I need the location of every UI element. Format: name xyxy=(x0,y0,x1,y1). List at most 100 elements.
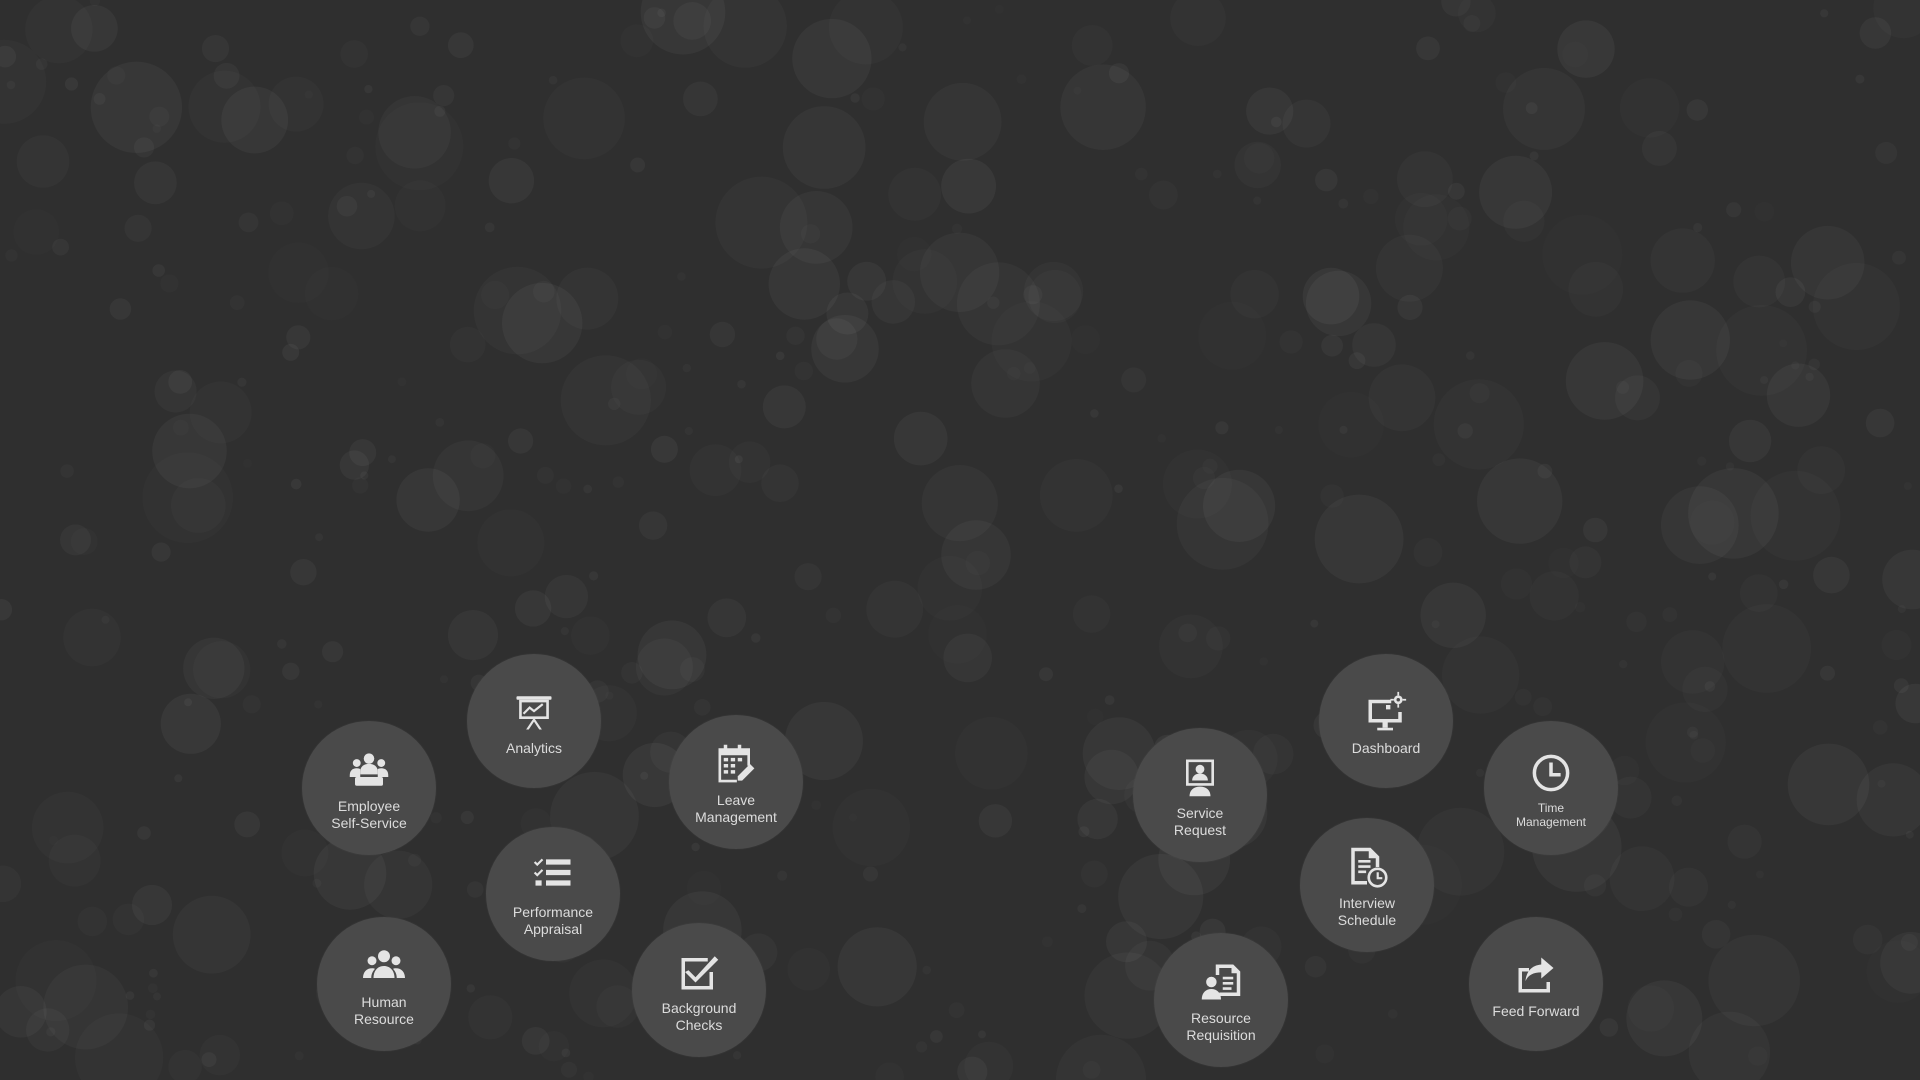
tile-resource-requisition[interactable]: Resource Requisition xyxy=(1154,933,1288,1067)
bokeh-dot xyxy=(367,189,376,198)
bokeh-dot xyxy=(1686,99,1709,121)
bokeh-dot xyxy=(1244,143,1274,173)
bokeh-dot xyxy=(1397,294,1423,320)
bokeh-dot xyxy=(1073,87,1081,95)
bokeh-dot xyxy=(17,135,70,188)
bokeh-dot xyxy=(1081,861,1108,888)
bokeh-dot xyxy=(107,66,125,84)
bokeh-dot xyxy=(230,295,245,310)
bokeh-dot xyxy=(1017,74,1027,84)
bokeh-dot xyxy=(893,249,958,314)
tile-leave-management[interactable]: Leave Management xyxy=(669,715,803,849)
bokeh-dot xyxy=(561,627,569,635)
bokeh-dot xyxy=(184,698,193,707)
bokeh-dot xyxy=(1568,262,1623,317)
bokeh-dot xyxy=(173,420,189,436)
tile-feed-forward[interactable]: Feed Forward xyxy=(1469,917,1603,1051)
bokeh-dot xyxy=(826,608,842,624)
bokeh-dot xyxy=(795,563,822,590)
bokeh-dot xyxy=(1756,871,1764,879)
tile-background-checks[interactable]: Background Checks xyxy=(632,923,766,1057)
bokeh-dot xyxy=(1651,228,1715,292)
bokeh-dot xyxy=(1865,408,1895,438)
bokeh-dot xyxy=(1056,1035,1146,1080)
bokeh-dot xyxy=(0,866,21,903)
bokeh-dot xyxy=(1442,636,1519,713)
bokeh-dot xyxy=(1779,580,1789,590)
bokeh-dot xyxy=(1729,420,1771,462)
tile-analytics[interactable]: Analytics xyxy=(467,654,601,788)
bokeh-dot xyxy=(1178,624,1197,643)
bokeh-dot xyxy=(474,267,562,355)
tile-performance-appraisal[interactable]: Performance Appraisal xyxy=(486,827,620,961)
tile-human-resource[interactable]: Human Resource xyxy=(317,917,451,1051)
bokeh-dot xyxy=(281,829,328,876)
tile-label: Leave Management xyxy=(695,792,777,825)
bokeh-dot xyxy=(1600,1018,1619,1037)
bokeh-dot xyxy=(1530,571,1579,620)
tile-employee-self-service[interactable]: Employee Self-Service xyxy=(302,721,436,855)
bokeh-dot xyxy=(1565,342,1644,420)
bokeh-dot xyxy=(1755,202,1775,222)
bokeh-dot xyxy=(707,598,746,637)
bokeh-dot xyxy=(1726,462,1734,470)
bokeh-dot xyxy=(146,1010,156,1020)
tile-label: Feed Forward xyxy=(1492,1002,1580,1019)
bokeh-dot xyxy=(1283,100,1331,148)
bokeh-dot xyxy=(1040,459,1113,532)
bokeh-dot xyxy=(1388,1009,1398,1019)
bokeh-dot xyxy=(153,992,161,1000)
bokeh-dot xyxy=(270,201,294,225)
bokeh-dot xyxy=(137,826,151,840)
bokeh-dot xyxy=(305,267,359,321)
bokeh-dot xyxy=(1071,325,1100,354)
bokeh-dot xyxy=(1662,607,1677,622)
document-clock-icon xyxy=(1345,845,1389,889)
bokeh-dot xyxy=(1904,482,1912,490)
bokeh-dot xyxy=(737,380,746,389)
bokeh-dot xyxy=(221,86,289,154)
user-badge-icon xyxy=(1178,755,1222,799)
bokeh-dot xyxy=(949,1002,965,1018)
bokeh-dot xyxy=(347,147,364,164)
bokeh-dot xyxy=(1697,457,1706,466)
bokeh-dot xyxy=(850,93,860,103)
bokeh-dot xyxy=(1310,620,1318,628)
bokeh-dot xyxy=(862,87,885,110)
bokeh-dot xyxy=(1363,189,1379,205)
bokeh-dot xyxy=(1434,379,1524,469)
bokeh-dot xyxy=(448,32,474,58)
bokeh-dot xyxy=(978,1030,986,1038)
bokeh-dot xyxy=(375,102,463,190)
bokeh-dot xyxy=(863,866,878,881)
bokeh-dot xyxy=(1159,615,1223,679)
tile-interview-schedule[interactable]: Interview Schedule xyxy=(1300,818,1434,952)
bokeh-dot xyxy=(143,1019,156,1031)
bokeh-dot xyxy=(152,543,171,562)
bokeh-dot xyxy=(537,467,554,484)
bokeh-dot xyxy=(1072,25,1113,66)
bokeh-dot xyxy=(1073,595,1111,633)
bokeh-dot xyxy=(234,811,261,838)
bokeh-dot xyxy=(630,158,645,173)
tile-service-request[interactable]: Service Request xyxy=(1133,728,1267,862)
tile-dashboard[interactable]: Dashboard xyxy=(1319,654,1453,788)
bokeh-dot xyxy=(149,107,169,127)
bokeh-dot xyxy=(1733,256,1785,308)
bokeh-dot xyxy=(1702,920,1731,949)
bokeh-dot xyxy=(995,5,1004,14)
bokeh-dot xyxy=(561,355,651,445)
bokeh-dot xyxy=(440,675,448,683)
bokeh-dot xyxy=(952,224,962,234)
tile-time-management[interactable]: Time Management xyxy=(1484,721,1618,855)
bokeh-dot xyxy=(1669,908,1683,922)
bokeh-dot xyxy=(1321,335,1343,357)
bokeh-dot xyxy=(1305,270,1372,337)
bokeh-dot xyxy=(943,634,992,683)
bokeh-dot xyxy=(792,18,872,99)
bokeh-dot xyxy=(1279,330,1302,353)
bokeh-dot xyxy=(1253,197,1261,205)
bokeh-dot xyxy=(448,610,498,660)
bokeh-dot xyxy=(149,969,158,978)
bokeh-dot xyxy=(5,249,17,261)
